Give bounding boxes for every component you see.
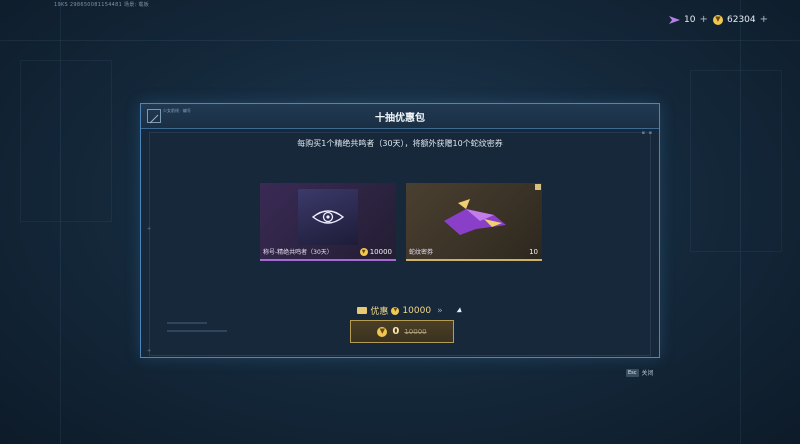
buy-price: 0 (392, 326, 400, 337)
serpent-ticket-icon (444, 199, 506, 235)
eye-emblem-icon (312, 210, 344, 224)
bg-shape (20, 60, 112, 222)
item-card-ticket[interactable]: 蛇纹密券 10 (406, 183, 542, 261)
coin-currency[interactable]: ▼ 62304 + (713, 14, 768, 25)
discount-row: 优惠 ▼ 10000 » (141, 304, 659, 317)
original-price: 10000 (404, 327, 427, 336)
deco-bar (167, 322, 207, 324)
coin-icon: ▼ (391, 306, 400, 315)
bg-line (0, 40, 800, 41)
close-button[interactable]: Esc 关闭 (626, 368, 654, 377)
ticket-icon (669, 15, 680, 24)
dialog-header: 少女前线 · 编号 十抽优惠包 (141, 104, 659, 129)
item-price: ▼ 10000 (359, 248, 392, 256)
add-ticket-button[interactable]: + (699, 14, 707, 25)
offer-dialog: 少女前线 · 编号 十抽优惠包 ▪ ▪ + + 每购买1个精绝共鸣者（30天），… (140, 103, 660, 358)
side-mark: + (147, 226, 152, 232)
corner-tag (535, 184, 541, 190)
coin-count: 62304 (727, 14, 756, 25)
ticket-currency[interactable]: 10 + (669, 14, 708, 25)
add-coin-button[interactable]: + (760, 14, 768, 25)
chevron-right-icon[interactable]: » (437, 306, 443, 316)
discount-amount: 10000 (402, 305, 432, 316)
item-label: 蛇纹密券 (409, 249, 434, 256)
esc-key: Esc (626, 368, 639, 377)
title-art (298, 189, 358, 245)
coin-icon: ▼ (377, 326, 388, 337)
corner-decoration: ▪ ▪ (641, 130, 653, 136)
coin-icon: ▼ (713, 14, 723, 25)
buy-button[interactable]: ▼ 0 10000 (350, 320, 454, 343)
bg-shape (690, 70, 782, 252)
item-price-value: 10000 (369, 248, 392, 256)
close-label: 关闭 (641, 370, 654, 377)
ticket-count: 10 (684, 14, 696, 25)
dialog-title: 十抽优惠包 (375, 113, 425, 124)
session-id-text: 19KS 298650081154481 场景: 载板 (54, 2, 150, 8)
item-label: 称号-精绝共鸣者（30天） (263, 249, 333, 256)
item-card-title[interactable]: 称号-精绝共鸣者（30天） ▼ 10000 (260, 183, 396, 261)
coin-icon: ▼ (359, 248, 368, 256)
deco-bar (167, 330, 227, 332)
discount-label: 优惠 (370, 307, 389, 317)
discount-tag-icon (357, 307, 368, 314)
offer-description: 每购买1个精绝共鸣者（30天），将额外获赠10个蛇纹密券 (297, 139, 503, 148)
side-mark: + (147, 348, 152, 354)
item-quantity: 10 (529, 248, 538, 256)
